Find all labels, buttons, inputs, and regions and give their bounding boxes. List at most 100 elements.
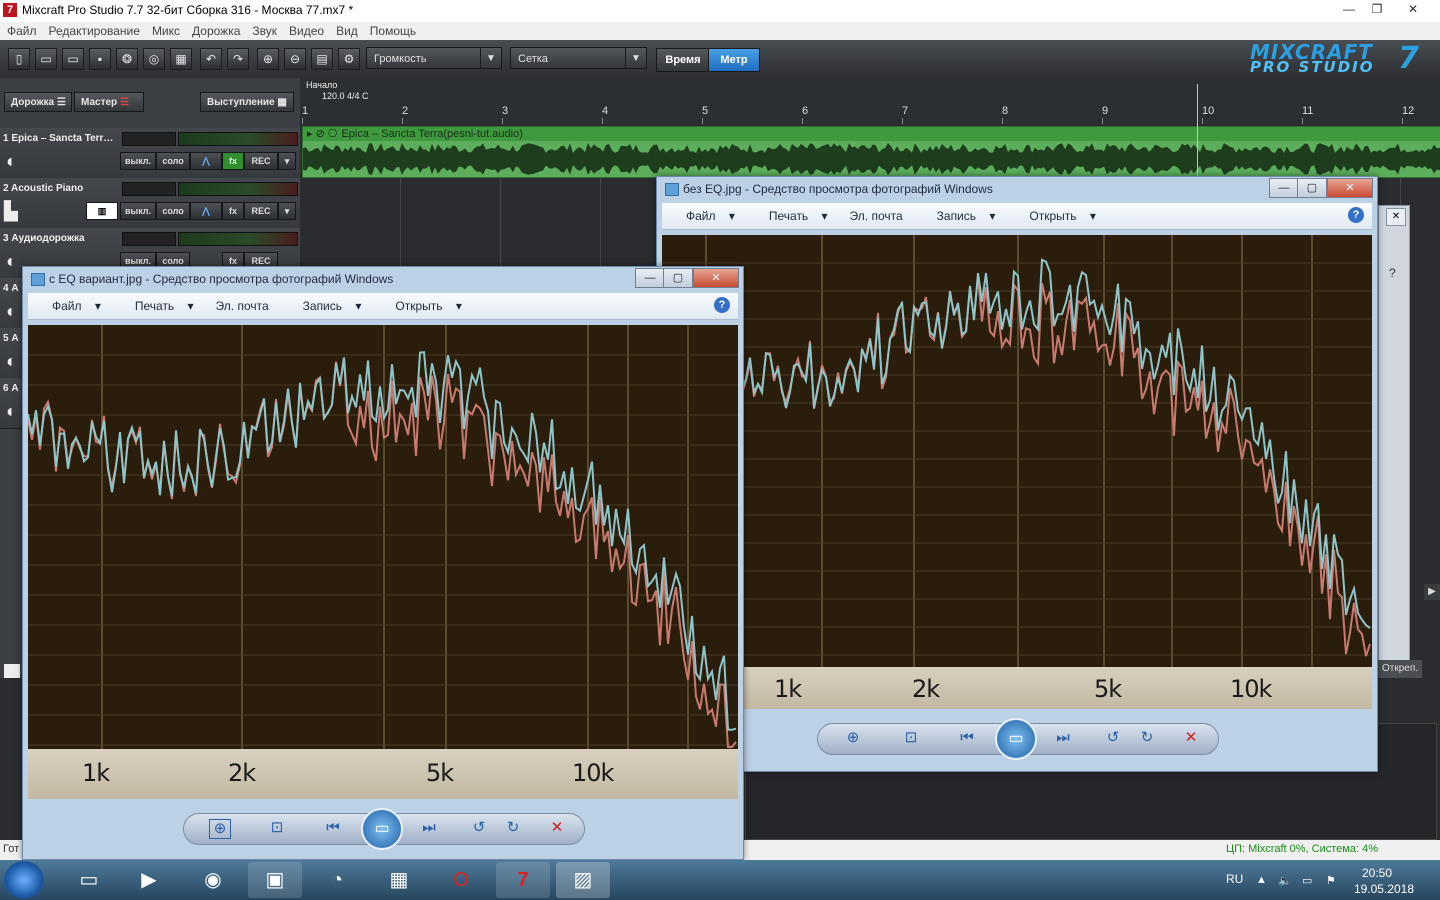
fx-button[interactable]: fx (222, 202, 244, 220)
menu-view[interactable]: Вид (329, 22, 363, 38)
menu-file[interactable]: Файл ▾ (662, 203, 745, 229)
pan-slider[interactable] (122, 232, 176, 246)
zoom-in-icon[interactable]: ⊕ (257, 48, 279, 70)
help-icon[interactable]: ? (714, 297, 730, 313)
rec-button[interactable]: REC (244, 202, 278, 220)
midi-icon[interactable]: ▤ (311, 48, 333, 70)
volume-slider[interactable] (178, 132, 298, 146)
minimize-button[interactable]: — (635, 268, 665, 288)
rec-button[interactable]: REC (244, 152, 278, 170)
clip-controls-icon[interactable]: ▸ ⊘ ⎔ (303, 128, 341, 140)
speedtest-taskbar-icon[interactable]: ◔ (310, 862, 364, 898)
zoom-out-icon[interactable]: ⊖ (284, 48, 306, 70)
settings-gear-icon[interactable]: ⚙ (338, 48, 360, 70)
maximize-button[interactable]: ❐ (1364, 0, 1390, 18)
track-row[interactable]: 1 Epica – Sancta Terr… ◖ выкл. соло ⋀ fx… (0, 128, 300, 179)
minimize-button[interactable]: — (1336, 0, 1362, 18)
audio-app-taskbar-icon[interactable]: ▣ (248, 862, 302, 898)
flag-icon[interactable]: ⚑ (1326, 874, 1336, 887)
help-glyph[interactable]: ? (1389, 266, 1396, 280)
opera-taskbar-icon[interactable]: O (434, 862, 488, 898)
slideshow-icon[interactable]: ▭ (361, 808, 403, 850)
previous-icon[interactable]: ⏮ (957, 729, 977, 747)
tray-chevron-icon[interactable]: ▲ (1256, 874, 1267, 886)
menu-file[interactable]: Файл (0, 22, 42, 38)
detach-button[interactable]: Откреп. (1378, 660, 1422, 678)
close-button[interactable]: ✕ (1398, 0, 1428, 18)
photo-viewer-window-back[interactable]: без EQ.jpg - Средство просмотра фотограф… (656, 176, 1378, 772)
mixcraft-taskbar-icon[interactable]: 7 (496, 862, 550, 898)
start-marker[interactable]: Начало (306, 80, 337, 90)
menu-file[interactable]: Файл ▾ (28, 293, 111, 319)
redo-icon[interactable]: ↷ (227, 48, 249, 70)
maximize-button[interactable]: ▢ (1297, 178, 1327, 198)
playhead[interactable] (1197, 84, 1198, 176)
keyboard-icon[interactable]: ▥ (86, 202, 118, 220)
next-icon[interactable]: ⏭ (419, 819, 439, 837)
menu-email[interactable]: Эл. почта (838, 203, 913, 229)
language-indicator[interactable]: RU (1226, 872, 1243, 886)
tempo-marker[interactable]: 120.0 4/4 C (322, 91, 369, 101)
undo-icon[interactable]: ↶ (200, 48, 222, 70)
maximize-button[interactable]: ▢ (663, 268, 693, 288)
photo-viewer-taskbar-icon[interactable]: ▨ (556, 862, 610, 898)
rotate-left-icon[interactable]: ↺ (469, 819, 489, 837)
help-icon[interactable]: ? (1348, 207, 1364, 223)
rotate-right-icon[interactable]: ↻ (503, 819, 523, 837)
mute-button[interactable]: выкл. (120, 202, 156, 220)
start-button[interactable] (4, 861, 44, 899)
slideshow-icon[interactable]: ▭ (995, 718, 1037, 760)
scroll-right-icon[interactable]: ▶ (1424, 584, 1440, 600)
photo-viewer-window-front[interactable]: с EQ вариант.jpg - Средство просмотра фо… (22, 266, 744, 860)
menu-track[interactable]: Дорожка (185, 22, 245, 38)
next-icon[interactable]: ⏭ (1053, 729, 1073, 747)
close-button[interactable]: ✕ (1327, 178, 1373, 198)
previous-icon[interactable]: ⏮ (323, 819, 343, 837)
volume-slider[interactable] (178, 182, 298, 196)
zoom-icon[interactable]: ⊕ (843, 729, 863, 747)
volume-select[interactable]: Громкость ▼ (366, 47, 502, 69)
viewer-title-bar[interactable]: с EQ вариант.jpg - Средство просмотра фо… (29, 267, 743, 293)
menu-email[interactable]: Эл. почта (204, 293, 279, 319)
master-tab-button[interactable]: Мастер ☰ (74, 92, 144, 112)
delete-icon[interactable]: ✕ (547, 819, 567, 837)
track-row[interactable]: 2 Acoustic Piano ▙ ▥ выкл. соло ⋀ fx REC… (0, 178, 300, 229)
fx-button[interactable]: fx (222, 152, 244, 170)
pan-slider[interactable] (122, 182, 176, 196)
menu-sound[interactable]: Звук (245, 22, 282, 38)
clock-date[interactable]: 19.05.2018 (1354, 882, 1414, 896)
menu-burn[interactable]: Запись ▾ (279, 293, 372, 319)
track-menu-chevron-icon[interactable]: ▾ (278, 202, 296, 220)
pan-slider[interactable] (122, 132, 176, 146)
close-icon[interactable]: ✕ (1386, 208, 1406, 226)
media-player-taskbar-icon[interactable]: ▶ (122, 862, 176, 898)
meter-toggle[interactable]: Метр (708, 48, 760, 72)
clock-time[interactable]: 20:50 (1362, 866, 1392, 880)
time-toggle[interactable]: Время (656, 48, 710, 72)
chrome-taskbar-icon[interactable]: ◉ (186, 862, 240, 898)
delete-icon[interactable]: ✕ (1181, 729, 1201, 747)
volume-icon[interactable]: 🔈 (1278, 874, 1292, 887)
menu-mix[interactable]: Микс (145, 22, 185, 38)
solo-button[interactable]: соло (156, 202, 190, 220)
track-menu-chevron-icon[interactable]: ▾ (278, 152, 296, 170)
network-icon[interactable]: ▭ (1302, 874, 1312, 887)
menu-open[interactable]: Открыть ▾ (371, 293, 472, 319)
winrar-taskbar-icon[interactable]: ▦ (372, 862, 426, 898)
viewer-title-bar[interactable]: без EQ.jpg - Средство просмотра фотограф… (663, 177, 1377, 203)
rotate-left-icon[interactable]: ↺ (1103, 729, 1123, 747)
menu-edit[interactable]: Редактирование (42, 22, 145, 38)
share-icon[interactable]: ❂ (116, 48, 138, 70)
track-tab-button[interactable]: Дорожка ☰ (4, 92, 72, 112)
automation-icon[interactable]: ⋀ (190, 152, 222, 170)
menu-video[interactable]: Видео (282, 22, 329, 38)
menu-burn[interactable]: Запись ▾ (913, 203, 1006, 229)
menu-print[interactable]: Печать ▾ (111, 293, 204, 319)
open-folder-icon[interactable]: ▭ (35, 48, 57, 70)
rotate-right-icon[interactable]: ↻ (1137, 729, 1157, 747)
minimize-button[interactable]: — (1269, 178, 1299, 198)
perform-tab-button[interactable]: Выступление ▦ (200, 92, 294, 112)
panel-toggle[interactable] (4, 664, 20, 678)
open-recent-icon[interactable]: ▭ (62, 48, 84, 70)
close-button[interactable]: ✕ (693, 268, 739, 288)
